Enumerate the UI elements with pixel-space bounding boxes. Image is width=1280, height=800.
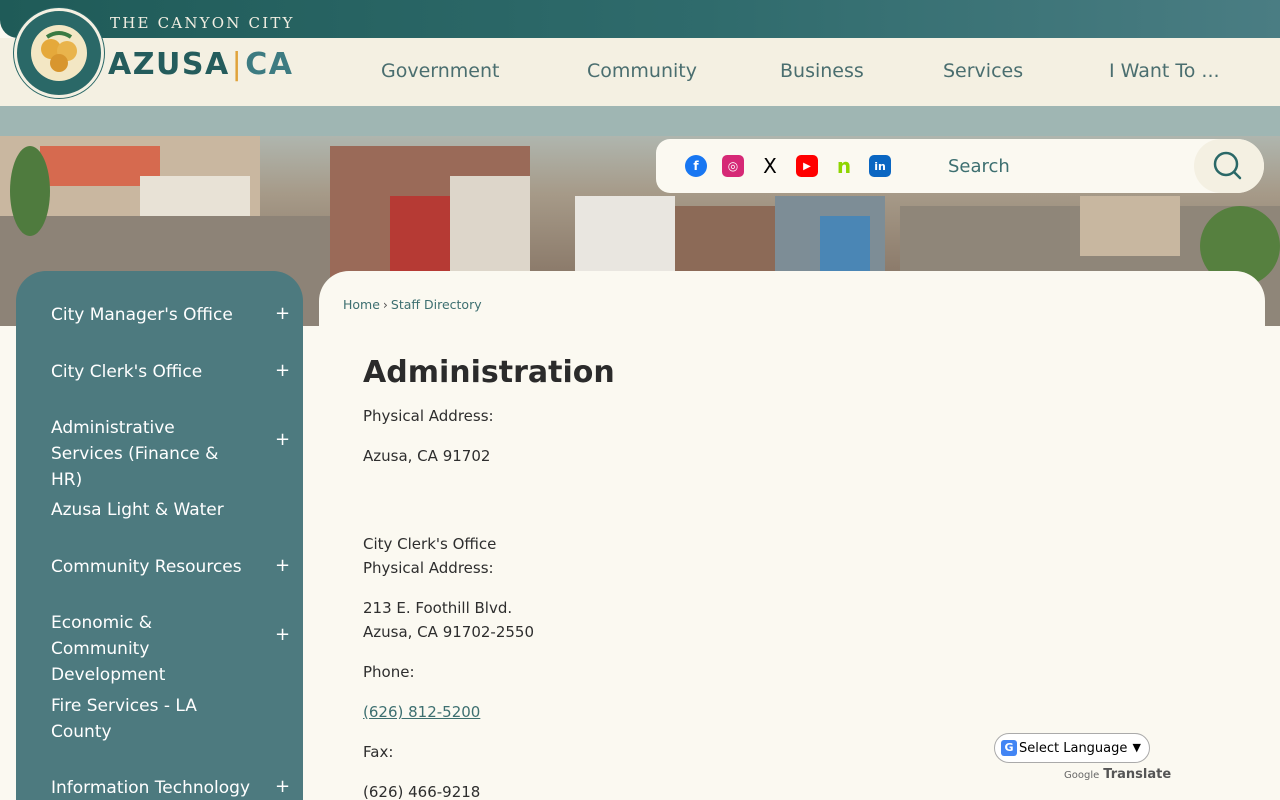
phone-label: Phone: [363, 663, 415, 681]
sidebar-item-fire-services[interactable]: Fire Services - LA County [51, 693, 251, 745]
expand-community-resources-icon[interactable]: + [275, 555, 290, 576]
linkedin-icon[interactable]: in [869, 155, 891, 177]
address-city-line: Azusa, CA 91702 [363, 447, 491, 465]
fax-label: Fax: [363, 743, 394, 761]
expand-administrative-services-icon[interactable]: + [275, 429, 290, 450]
sidebar-item-city-manager[interactable]: City Manager's Office [51, 302, 251, 328]
brand-wordmark[interactable]: AZUSA|CA [108, 47, 294, 82]
breadcrumb-separator: › [382, 297, 388, 312]
city-seal-logo[interactable] [14, 8, 104, 98]
brand-separator: | [231, 47, 244, 82]
breadcrumb-home[interactable]: Home [343, 297, 380, 312]
brand-azusa: AZUSA [108, 47, 230, 82]
search-button[interactable] [1194, 139, 1264, 193]
fax-number: (626) 466-9218 [363, 783, 481, 800]
sidebar-item-light-water[interactable]: Azusa Light & Water [51, 497, 251, 523]
breadcrumb-staff-directory[interactable]: Staff Directory [391, 297, 482, 312]
nav-i-want-to[interactable]: I Want To ... [1109, 60, 1220, 82]
physical-address-label-2: Physical Address: [363, 559, 494, 577]
brand-ca: CA [245, 47, 294, 82]
sidebar-item-information-technology[interactable]: Information Technology [51, 775, 251, 800]
physical-address-label: Physical Address: [363, 407, 494, 425]
main-content: Home › Staff Directory Administration Phys… [319, 271, 1265, 800]
x-twitter-icon[interactable]: X [759, 154, 781, 178]
office-name: City Clerk's Office [363, 535, 497, 553]
google-label: Google [1064, 770, 1100, 781]
social-media-bar: f ◎ X ▶ n in [656, 139, 936, 193]
translate-label: Translate [1103, 767, 1172, 782]
expand-city-manager-icon[interactable]: + [275, 303, 290, 324]
language-select-label: Select Language [1019, 741, 1128, 756]
page-title: Administration [363, 355, 615, 390]
google-translate-icon: G [1001, 740, 1017, 756]
expand-economic-development-icon[interactable]: + [275, 624, 290, 645]
sidebar-nav: City Manager's Office + City Clerk's Off… [16, 271, 303, 800]
powered-by-google[interactable]: Google Translate [1064, 767, 1171, 782]
sidebar-item-administrative-services[interactable]: Administrative Services (Finance & HR) [51, 415, 251, 493]
search-icon [1213, 151, 1242, 180]
nav-services[interactable]: Services [943, 60, 1023, 82]
language-select[interactable]: G Select Language ▼ [994, 733, 1150, 763]
search-bar [934, 139, 1264, 193]
sidebar-item-community-resources[interactable]: Community Resources [51, 554, 251, 580]
nav-government[interactable]: Government [381, 60, 500, 82]
search-input[interactable] [948, 147, 1188, 185]
chevron-down-icon: ▼ [1132, 741, 1141, 754]
nav-community[interactable]: Community [587, 60, 697, 82]
facebook-icon[interactable]: f [685, 155, 707, 177]
street-address: 213 E. Foothill Blvd. [363, 599, 513, 617]
breadcrumb: Home › Staff Directory [343, 297, 482, 312]
instagram-icon[interactable]: ◎ [722, 155, 744, 177]
phone-link[interactable]: (626) 812-5200 [363, 703, 480, 721]
city-state-zip: Azusa, CA 91702-2550 [363, 623, 534, 641]
nextdoor-icon[interactable]: n [833, 154, 855, 178]
youtube-icon[interactable]: ▶ [796, 155, 818, 177]
sidebar-item-economic-development[interactable]: Economic & Community Development [51, 610, 251, 688]
top-banner: THE CANYON CITY [0, 0, 1280, 38]
tagline: THE CANYON CITY [110, 14, 295, 32]
expand-city-clerk-icon[interactable]: + [275, 360, 290, 381]
sidebar-item-city-clerk[interactable]: City Clerk's Office [51, 359, 251, 385]
expand-information-technology-icon[interactable]: + [275, 776, 290, 797]
nav-business[interactable]: Business [780, 60, 864, 82]
